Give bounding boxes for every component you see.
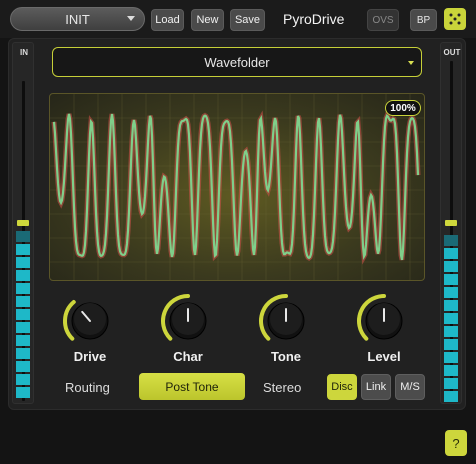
meter-segment — [444, 352, 458, 363]
oversampling-button[interactable]: OVS — [367, 9, 399, 31]
meter-segment — [444, 235, 458, 246]
input-meter-label: IN — [20, 48, 28, 57]
stereo-disc-button[interactable]: Disc — [327, 374, 357, 400]
knob-label-char: Char — [173, 349, 203, 364]
meter-segment — [16, 374, 30, 385]
save-button[interactable]: Save — [230, 9, 265, 31]
meter-segment — [444, 326, 458, 337]
zoom-badge[interactable]: 100% — [385, 100, 421, 116]
knob-tone[interactable] — [258, 293, 314, 349]
stereo-link-button[interactable]: Link — [361, 374, 391, 400]
knob-level[interactable] — [356, 293, 412, 349]
plugin-title: PyroDrive — [283, 11, 345, 27]
meter-segment — [444, 287, 458, 298]
meter-segment — [16, 231, 30, 242]
input-gain-handle[interactable] — [17, 220, 29, 226]
knob-char[interactable] — [160, 293, 216, 349]
meter-segment — [444, 378, 458, 389]
help-button[interactable]: ? — [445, 430, 467, 456]
meter-segment — [16, 387, 30, 398]
stereo-ms-button[interactable]: M/S — [395, 374, 425, 400]
meter-segment — [16, 244, 30, 255]
output-meter-label: OUT — [443, 48, 461, 57]
stereo-label: Stereo — [263, 380, 302, 395]
input-meter: IN — [12, 42, 34, 404]
dice-icon — [449, 13, 461, 25]
waveform-display — [49, 93, 425, 281]
bypass-button[interactable]: BP — [410, 9, 437, 31]
knob-drive[interactable] — [62, 293, 118, 349]
randomize-button[interactable] — [444, 8, 466, 30]
knob-label-tone: Tone — [270, 349, 302, 364]
meter-segment — [16, 296, 30, 307]
output-meter: OUT — [440, 42, 462, 404]
top-bar: INIT Load New Save PyroDrive OVS BP — [0, 0, 476, 38]
output-gain-handle[interactable] — [445, 220, 457, 226]
waveform-graph — [50, 94, 424, 280]
meter-segment — [16, 283, 30, 294]
meter-segment — [444, 261, 458, 272]
mode-dropdown[interactable]: Wavefolder — [52, 47, 422, 77]
load-button[interactable]: Load — [151, 9, 184, 31]
meter-segment — [444, 248, 458, 259]
preset-selector[interactable]: INIT — [10, 7, 145, 31]
routing-label: Routing — [65, 380, 110, 395]
meter-segment — [16, 257, 30, 268]
meter-segment — [444, 313, 458, 324]
output-gain-track[interactable] — [450, 61, 453, 401]
knob-label-drive: Drive — [73, 349, 107, 364]
mode-selected: Wavefolder — [204, 54, 270, 70]
meter-segment — [444, 274, 458, 285]
meter-segment — [16, 322, 30, 333]
meter-segment — [444, 339, 458, 350]
meter-segment — [16, 361, 30, 372]
meter-segment — [444, 391, 458, 402]
meter-segment — [16, 270, 30, 281]
knob-label-level: Level — [367, 349, 401, 364]
meter-segment — [16, 348, 30, 359]
routing-button[interactable]: Post Tone — [139, 373, 245, 400]
preset-name: INIT — [65, 11, 90, 27]
new-button[interactable]: New — [191, 9, 224, 31]
meter-segment — [16, 309, 30, 320]
chevron-down-icon — [127, 16, 135, 21]
chevron-down-icon — [408, 61, 414, 65]
meter-segment — [444, 365, 458, 376]
meter-segment — [16, 335, 30, 346]
meter-segment — [444, 300, 458, 311]
